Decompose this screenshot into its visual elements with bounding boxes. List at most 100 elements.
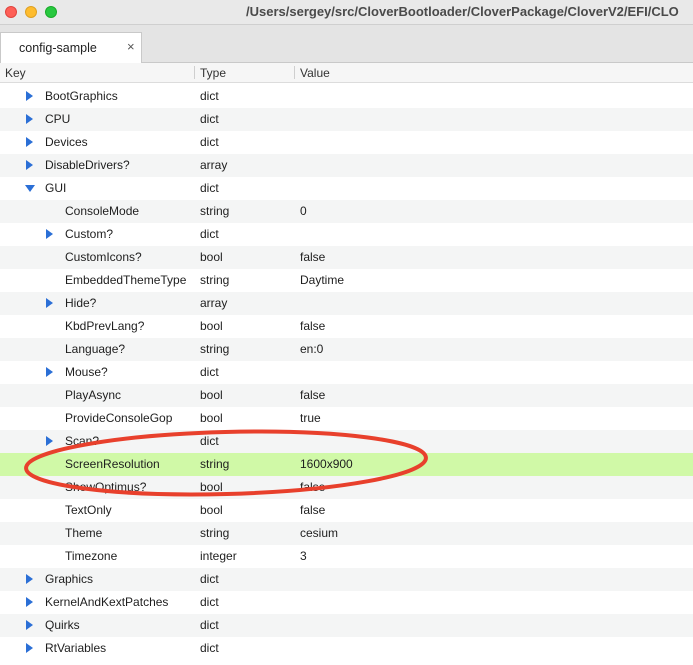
disclosure-right-icon[interactable]	[26, 137, 33, 147]
row-value: false	[300, 480, 326, 494]
tree-row-scan[interactable]: Scan? dict	[0, 430, 693, 453]
row-key: Quirks	[45, 618, 80, 632]
row-key: Custom?	[65, 227, 114, 241]
close-tab-icon[interactable]: ×	[127, 39, 135, 54]
column-divider[interactable]	[194, 66, 195, 79]
tab-config-sample[interactable]: config-sample ×	[0, 32, 142, 63]
tree-row-gui[interactable]: GUI dict	[0, 177, 693, 200]
tree-row-disabledrivers[interactable]: DisableDrivers? array	[0, 154, 693, 177]
tree-row-textonly[interactable]: TextOnly bool false	[0, 499, 693, 522]
column-key-header[interactable]: Key	[5, 66, 26, 80]
row-key: Scan?	[65, 434, 100, 448]
row-type: array	[200, 296, 228, 310]
disclosure-right-icon[interactable]	[26, 574, 33, 584]
row-type: string	[200, 204, 230, 218]
tree-row-customicons[interactable]: CustomIcons? bool false	[0, 246, 693, 269]
tab-bar: config-sample ×	[0, 25, 693, 63]
row-type: dict	[200, 135, 219, 149]
disclosure-right-icon[interactable]	[26, 91, 33, 101]
tree-row-devices[interactable]: Devices dict	[0, 131, 693, 154]
disclosure-right-icon[interactable]	[26, 160, 33, 170]
row-type: dict	[200, 181, 219, 195]
row-key: ShowOptimus?	[65, 480, 147, 494]
row-type: dict	[200, 572, 219, 586]
tab-label: config-sample	[19, 41, 97, 55]
tree-row-rtvariables[interactable]: RtVariables dict	[0, 637, 693, 660]
tree-row-embeddedthemetype[interactable]: EmbeddedThemeType string Daytime	[0, 269, 693, 292]
row-key: CustomIcons?	[65, 250, 142, 264]
column-type-header[interactable]: Type	[200, 66, 226, 80]
tree-row-kbdprevlang[interactable]: KbdPrevLang? bool false	[0, 315, 693, 338]
row-type: integer	[200, 549, 237, 563]
close-window-icon[interactable]	[5, 6, 17, 18]
tree-row-screenresolution[interactable]: ScreenResolution string 1600x900	[0, 453, 693, 476]
tree-row-kernelandkextpatches[interactable]: KernelAndKextPatches dict	[0, 591, 693, 614]
row-key: RtVariables	[45, 641, 107, 655]
row-value: en:0	[300, 342, 324, 356]
disclosure-right-icon[interactable]	[46, 436, 53, 446]
row-key: CPU	[45, 112, 71, 126]
tree-row-provideconsolegop[interactable]: ProvideConsoleGop bool true	[0, 407, 693, 430]
disclosure-right-icon[interactable]	[26, 643, 33, 653]
row-key: Devices	[45, 135, 88, 149]
row-key: BootGraphics	[45, 89, 118, 103]
row-value: 3	[300, 549, 307, 563]
disclosure-right-icon[interactable]	[46, 298, 53, 308]
row-key: Theme	[65, 526, 103, 540]
row-type: string	[200, 526, 230, 540]
row-value: false	[300, 250, 326, 264]
row-key: Graphics	[45, 572, 94, 586]
minimize-window-icon[interactable]	[25, 6, 37, 18]
row-key: ConsoleMode	[65, 204, 140, 218]
plist-tree: BootGraphics dict CPU dict Devices dict …	[0, 85, 693, 660]
disclosure-right-icon[interactable]	[46, 367, 53, 377]
row-type: bool	[200, 388, 223, 402]
column-value-header[interactable]: Value	[300, 66, 330, 80]
row-key: TextOnly	[65, 503, 112, 517]
tree-row-cpu[interactable]: CPU dict	[0, 108, 693, 131]
tree-row-language[interactable]: Language? string en:0	[0, 338, 693, 361]
tree-row-custom[interactable]: Custom? dict	[0, 223, 693, 246]
row-value[interactable]: 1600x900	[300, 457, 353, 471]
row-value: false	[300, 503, 326, 517]
tree-row-theme[interactable]: Theme string cesium	[0, 522, 693, 545]
disclosure-right-icon[interactable]	[26, 114, 33, 124]
row-type: dict	[200, 112, 219, 126]
tree-row-graphics[interactable]: Graphics dict	[0, 568, 693, 591]
row-type: string	[200, 457, 230, 471]
tree-row-mouse[interactable]: Mouse? dict	[0, 361, 693, 384]
tree-row-hide[interactable]: Hide? array	[0, 292, 693, 315]
disclosure-right-icon[interactable]	[26, 620, 33, 630]
tree-row-showoptimus[interactable]: ShowOptimus? bool false	[0, 476, 693, 499]
row-key: ScreenResolution	[65, 457, 160, 471]
zoom-window-icon[interactable]	[45, 6, 57, 18]
column-divider[interactable]	[294, 66, 295, 79]
row-type: dict	[200, 641, 219, 655]
row-type: dict	[200, 434, 219, 448]
disclosure-right-icon[interactable]	[46, 229, 53, 239]
row-key: ProvideConsoleGop	[65, 411, 173, 425]
row-key: EmbeddedThemeType	[65, 273, 187, 287]
row-type: string	[200, 342, 230, 356]
title-bar: /Users/sergey/src/CloverBootloader/Clove…	[0, 0, 693, 25]
tree-row-timezone[interactable]: Timezone integer 3	[0, 545, 693, 568]
disclosure-right-icon[interactable]	[26, 597, 33, 607]
row-type: dict	[200, 595, 219, 609]
tree-row-consolemode[interactable]: ConsoleMode string 0	[0, 200, 693, 223]
row-type: bool	[200, 319, 223, 333]
row-key: Mouse?	[65, 365, 108, 379]
row-type: bool	[200, 503, 223, 517]
disclosure-down-icon[interactable]	[25, 185, 35, 192]
tree-row-quirks[interactable]: Quirks dict	[0, 614, 693, 637]
row-type: bool	[200, 250, 223, 264]
row-type: bool	[200, 411, 223, 425]
row-type: string	[200, 273, 230, 287]
tree-row-bootgraphics[interactable]: BootGraphics dict	[0, 85, 693, 108]
row-type: dict	[200, 365, 219, 379]
tree-row-playasync[interactable]: PlayAsync bool false	[0, 384, 693, 407]
row-key: KernelAndKextPatches	[45, 595, 169, 609]
row-key: Language?	[65, 342, 126, 356]
window-title: /Users/sergey/src/CloverBootloader/Clove…	[246, 4, 679, 19]
row-value: false	[300, 319, 326, 333]
row-key: GUI	[45, 181, 67, 195]
